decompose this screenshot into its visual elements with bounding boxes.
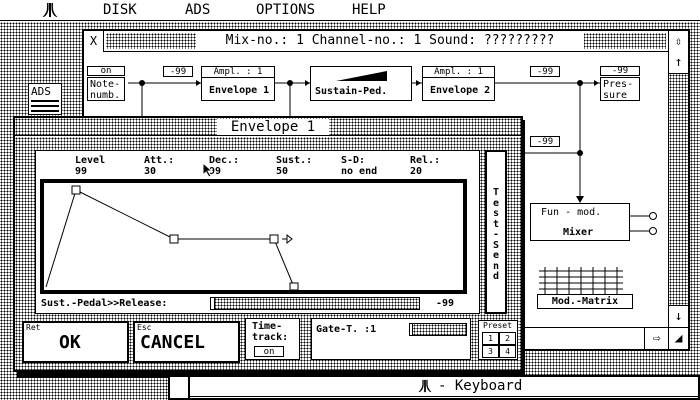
- param-release-value[interactable]: 20: [410, 167, 422, 177]
- sustain-pedal-module[interactable]: Sustain-Ped.: [310, 66, 412, 101]
- param-release-name: Rel.:: [410, 155, 441, 166]
- matrix-grid-icon: [539, 267, 623, 295]
- note-number-switch[interactable]: on: [87, 66, 125, 76]
- keyboard-window: X - Keyboard 60: [168, 375, 700, 400]
- gate-slider[interactable]: [409, 323, 467, 336]
- preset-4[interactable]: 4: [499, 345, 516, 358]
- keyboard-title-bar[interactable]: [170, 377, 698, 397]
- mixer-label: Mixer: [563, 227, 594, 238]
- envelope-2-module[interactable]: Ampl. : 1 Envelope 2: [422, 66, 495, 101]
- keyboard-left-edge: [168, 375, 190, 400]
- envelope-1-label: Envelope 1: [209, 85, 270, 96]
- mixer-module[interactable]: Fun - mod. Mixer: [530, 203, 630, 241]
- envelope-attack-handle[interactable]: [71, 185, 81, 195]
- ok-label: OK: [59, 332, 81, 353]
- modulation-amount-value[interactable]: -99: [530, 136, 560, 147]
- pressure-module[interactable]: Pres- sure: [600, 77, 640, 101]
- param-attack-value[interactable]: 30: [144, 167, 156, 177]
- cancel-button[interactable]: Esc CANCEL: [133, 321, 240, 363]
- sustain-pedal-label: Sustain-Ped.: [315, 86, 388, 97]
- envelope-dialog-title: Envelope 1: [217, 119, 329, 135]
- timetrack-toggle[interactable]: on: [254, 346, 284, 357]
- keyboard-title: - Keyboard: [438, 378, 523, 394]
- sust-release-slider-fill: [211, 298, 215, 309]
- envelope-2-value[interactable]: -99: [530, 66, 560, 77]
- envelope-1-value[interactable]: -99: [163, 66, 193, 77]
- envelope-release-handle[interactable]: [289, 282, 299, 290]
- mouse-pointer-icon: [202, 162, 214, 178]
- preset-2[interactable]: 2: [499, 332, 516, 345]
- envelope-decay-handle[interactable]: [169, 234, 179, 244]
- note-number-module[interactable]: Note- numb.: [87, 77, 125, 101]
- sustain-ramp-icon: [336, 71, 387, 81]
- gate-panel: Gate-T. :1: [311, 318, 471, 360]
- timetrack-panel: Time- track: on: [245, 318, 300, 360]
- param-sustain-name: Sust.:: [276, 155, 313, 166]
- test-send-button[interactable]: Test-Send: [485, 150, 507, 314]
- sust-release-value: -99: [436, 298, 455, 309]
- envelope-sustain-handle[interactable]: [269, 234, 279, 244]
- mod-matrix-label: Mod.-Matrix: [537, 294, 633, 309]
- param-attack-name: Att.:: [144, 155, 175, 166]
- sust-release-slider[interactable]: [210, 297, 420, 310]
- keyboard-atari-logo-icon: [418, 379, 432, 393]
- gate-label: Gate-T. :1: [316, 324, 377, 335]
- mixer-header: Fun - mod.: [541, 207, 602, 218]
- preset-panel: Preset 1 2 3 4: [478, 320, 518, 360]
- cancel-shortcut: Esc: [137, 323, 152, 332]
- envelope-2-label: Envelope 2: [430, 85, 491, 96]
- envelope-1-module[interactable]: Ampl. : 1 Envelope 1: [201, 66, 275, 101]
- envelope-curve: [45, 185, 299, 290]
- envelope-graph[interactable]: [40, 179, 467, 294]
- ok-shortcut: Ret: [26, 323, 41, 332]
- preset-label: Preset: [483, 321, 512, 330]
- cancel-label: CANCEL: [140, 332, 206, 353]
- gate-slider-fill: [410, 324, 413, 335]
- param-sd-value[interactable]: no end: [341, 167, 377, 177]
- envelope-2-header: Ampl. : 1: [423, 67, 494, 78]
- pressure-value[interactable]: -99: [600, 66, 640, 76]
- param-level-value[interactable]: 99: [75, 167, 87, 177]
- param-sustain-value[interactable]: 50: [276, 167, 288, 177]
- param-level-name: Level: [75, 155, 106, 166]
- mod-matrix-module[interactable]: Mod.-Matrix: [535, 265, 635, 310]
- test-send-label: Test-Send: [492, 187, 500, 282]
- sustain-end-arrow-icon: [282, 233, 293, 245]
- param-sd-name: S-D:: [341, 155, 366, 166]
- preset-1[interactable]: 1: [482, 332, 499, 345]
- ok-button[interactable]: Ret OK: [22, 321, 129, 363]
- sust-release-label: Sust.-Pedal>>Release:: [41, 298, 168, 309]
- timetrack-label-1: Time-: [252, 321, 283, 332]
- preset-3[interactable]: 3: [482, 345, 499, 358]
- timetrack-label-2: track:: [252, 332, 289, 343]
- envelope-1-header: Ampl. : 1: [202, 67, 274, 78]
